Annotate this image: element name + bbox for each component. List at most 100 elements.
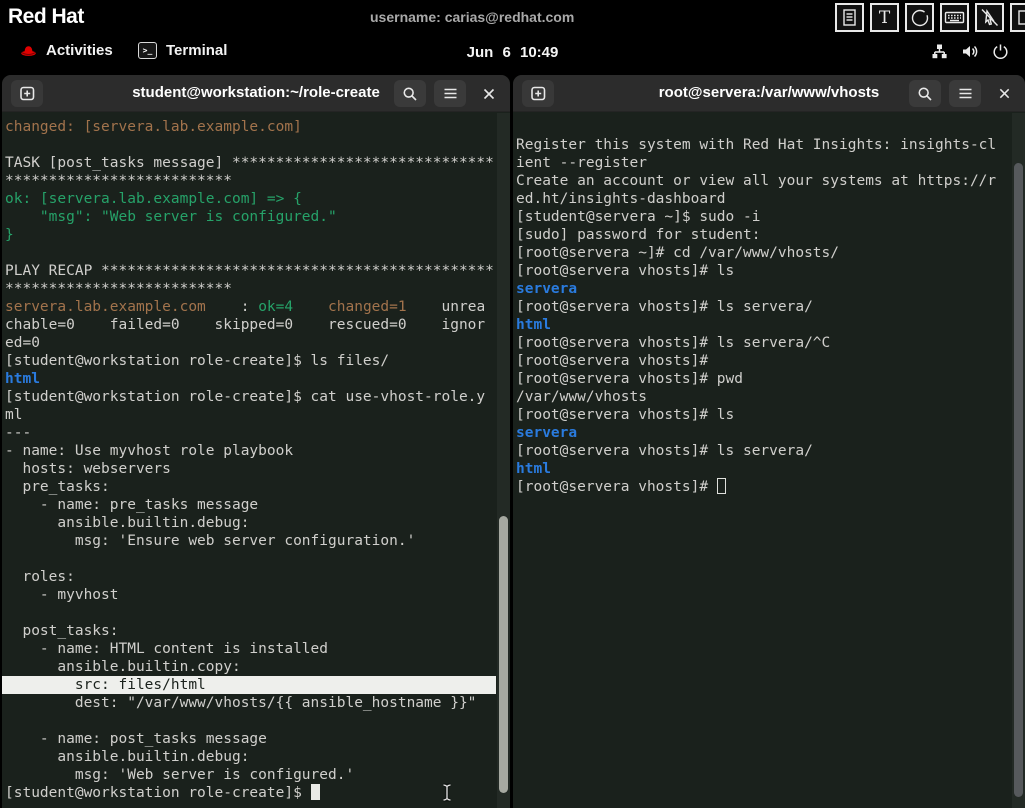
terminal-line: - myvhost [5,587,119,603]
menu-button[interactable] [434,80,466,107]
redhat-logo: Red Hat [8,5,84,28]
search-icon [918,86,932,101]
terminal-line: - name: pre_tasks message [5,497,259,513]
terminal-line: ansible.builtin.debug: [5,749,250,765]
terminal-line: msg: 'Web server is configured.' [5,767,355,783]
terminal-line: - name: HTML content is installed [5,641,329,657]
terminal-line: html [5,371,40,387]
close-icon [999,88,1009,99]
terminal-line: [root@servera ~]# cd /var/www/vhosts/ [516,245,840,261]
terminal-line: ok: [servera.lab.example.com] => { [5,191,302,207]
volume-icon [963,45,978,58]
terminal-line: [root@servera vhosts]# ls servera/ [516,443,813,459]
terminal-line: servera.lab.example.com : ok=4 changed=1… [5,299,486,315]
terminal-window-workstation: student@workstation:~/role-create change… [2,75,510,808]
search-button[interactable] [909,80,941,107]
terminal-line: roles: [5,569,75,585]
circle-icon[interactable] [905,3,934,32]
terminal-line: Create an account or view all your syste… [516,173,997,189]
terminal-window-servera: root@servera:/var/www/vhosts Register th… [513,75,1025,808]
monitor-icon[interactable] [1010,3,1025,32]
terminal-line: [root@servera vhosts]# ls servera/^C [516,335,831,351]
terminal-line: [root@servera vhosts]# pwd [516,371,743,387]
terminal-line: - name: post_tasks message [5,731,267,747]
terminal-line: [student@workstation role-create]$ cat u… [5,389,486,405]
menu-button[interactable] [949,80,981,107]
terminal-line: changed: [servera.lab.example.com] [5,119,302,135]
scrollbar-left[interactable] [497,113,510,808]
headerbar-left[interactable]: student@workstation:~/role-create [2,75,510,112]
search-button[interactable] [394,80,426,107]
terminal-line: [root@servera vhosts]# ls servera/ [516,299,813,315]
terminal-line: /var/www/vhosts [516,389,647,405]
terminal-line: post_tasks: [5,623,119,639]
terminal-line: html [516,317,551,333]
search-icon [403,86,417,101]
terminal-line: PLAY RECAP *****************************… [5,263,494,279]
scrollbar-thumb[interactable] [499,516,508,793]
terminal-line: ansible.builtin.copy: [5,659,241,675]
terminal-line: msg: 'Ensure web server configuration.' [5,533,416,549]
console-toolbar: T [835,3,1025,32]
clock[interactable]: Jun 6 10:49 [0,44,1025,61]
terminal-line: [student@servera ~]$ sudo -i [516,209,761,225]
terminal-line: - name: Use myvhost role playbook [5,443,294,459]
terminal-line: } [5,227,14,243]
scrollbar-right[interactable] [1012,113,1025,808]
menu-icon [959,88,971,99]
terminal-line: [root@servera vhosts]# [513,478,1025,496]
terminal-line: TASK [post_tasks message] **************… [5,155,494,171]
terminal-line: chable=0 failed=0 skipped=0 rescued=0 ig… [5,317,486,333]
close-button[interactable] [474,80,504,107]
terminal-line: [student@workstation role-create]$ [2,784,510,802]
menu-icon [444,88,456,99]
pointer-disabled-icon[interactable] [975,3,1004,32]
terminal-line: Register this system with Red Hat Insigh… [516,137,997,153]
terminal-line: pre_tasks: [5,479,110,495]
document-icon[interactable] [835,3,864,32]
terminal-line: ml [5,407,23,423]
terminal-line: "msg": "Web server is configured." [5,209,337,225]
terminal-line: servera [516,425,578,441]
terminal-line: [sudo] password for student: [516,227,761,243]
keyboard-icon[interactable] [940,3,969,32]
system-status-area[interactable] [931,43,1009,60]
power-icon [993,44,1008,60]
terminal-line: [root@servera vhosts]# ls [516,407,735,423]
terminal-line: ient --register [516,155,647,171]
terminal-line: html [516,461,551,477]
close-icon [483,88,495,99]
terminal-line: ed=0 [5,335,40,351]
terminal-line: [root@servera vhosts]# ls [516,263,735,279]
terminal-line: --- [5,425,32,441]
terminal-line: dest: "/var/www/vhosts/{{ ansible_hostna… [5,695,477,711]
mouse-cursor-ibeam [441,783,453,807]
terminal-line: ansible.builtin.debug: [5,515,250,531]
terminal-line: [root@servera vhosts]# [516,353,709,369]
terminal-line: hosts: webservers [5,461,171,477]
gnome-top-bar: Activities >_ Terminal Jun 6 10:49 [0,36,1025,72]
close-button[interactable] [989,80,1019,107]
terminal-line: ************************** [5,173,232,189]
network-icon [932,44,947,59]
terminal-output-workstation[interactable]: changed: [servera.lab.example.com] TASK [… [2,113,510,808]
terminal-line: servera [516,281,578,297]
terminal-output-servera[interactable]: Register this system with Red Hat Insigh… [513,113,1025,808]
terminal-line: ************************** [5,281,232,297]
terminal-line: ed.ht/insights-dashboard [516,191,726,207]
terminal-line: src: files/html [2,676,496,694]
terminal-cursor [716,478,726,494]
scrollbar-thumb[interactable] [1014,163,1023,797]
headerbar-right[interactable]: root@servera:/var/www/vhosts [513,75,1025,112]
text-icon[interactable]: T [870,3,899,32]
desktop-top-bar: Red Hat username: carias@redhat.com T [0,0,1025,36]
session-username: username: carias@redhat.com [370,9,575,25]
terminal-cursor [310,784,320,800]
terminal-line: [student@workstation role-create]$ ls fi… [5,353,390,369]
